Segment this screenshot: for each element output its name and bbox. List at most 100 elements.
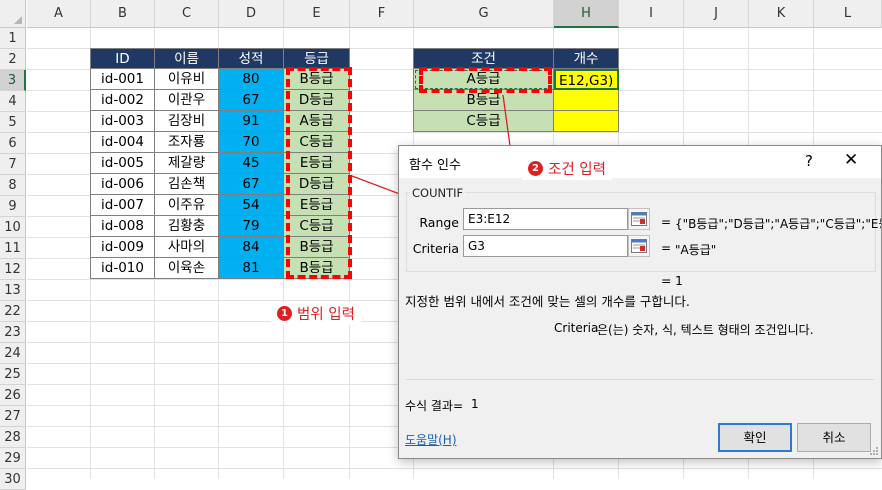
- name-cell[interactable]: 이관우: [155, 90, 219, 111]
- row-header-8[interactable]: 8: [0, 175, 26, 196]
- column-header-l[interactable]: L: [814, 0, 882, 28]
- row-header-29[interactable]: 29: [0, 448, 26, 469]
- row-header-27[interactable]: 27: [0, 406, 26, 427]
- name-cell[interactable]: 김손책: [155, 174, 219, 195]
- row-header-22[interactable]: 22: [0, 301, 26, 322]
- id-cell[interactable]: id-010: [90, 258, 155, 279]
- help-button[interactable]: ?: [805, 152, 813, 170]
- criteria-collapse-button[interactable]: [628, 235, 650, 257]
- cancel-button[interactable]: 취소: [797, 423, 871, 452]
- name-cell[interactable]: 제갈량: [155, 153, 219, 174]
- criteria-label: Criteria: [412, 241, 459, 256]
- range-equals: =: [661, 215, 672, 229]
- result-value: 1: [675, 273, 683, 288]
- name-cell[interactable]: 이주유: [155, 195, 219, 216]
- row-header-5[interactable]: 5: [0, 112, 26, 133]
- table-header-id[interactable]: ID: [90, 48, 155, 69]
- score-cell[interactable]: 70: [219, 132, 284, 153]
- row-header-7[interactable]: 7: [0, 154, 26, 175]
- score-cell[interactable]: 54: [219, 195, 284, 216]
- id-cell[interactable]: id-002: [90, 90, 155, 111]
- row-header-1[interactable]: 1: [0, 28, 26, 49]
- name-cell[interactable]: 이육손: [155, 258, 219, 279]
- table-header-name[interactable]: 이름: [155, 48, 219, 69]
- id-cell[interactable]: id-003: [90, 111, 155, 132]
- table-header-grade[interactable]: 등급: [284, 48, 350, 69]
- table-header-score[interactable]: 성적: [219, 48, 284, 69]
- row-header-6[interactable]: 6: [0, 133, 26, 154]
- row-header-2[interactable]: 2: [0, 49, 26, 70]
- id-cell[interactable]: id-006: [90, 174, 155, 195]
- row-header-11[interactable]: 11: [0, 238, 26, 259]
- range-annotation: 1 범위 입력: [271, 302, 361, 325]
- name-cell[interactable]: 사마의: [155, 237, 219, 258]
- id-cell[interactable]: id-004: [90, 132, 155, 153]
- argument-description: 은(는) 숫자, 식, 텍스트 형태의 조건입니다.: [597, 323, 814, 337]
- collapse-dialog-icon: [631, 239, 647, 253]
- range-collapse-button[interactable]: [628, 208, 650, 230]
- dialog-titlebar[interactable]: 함수 인수 ? ✕: [399, 146, 881, 178]
- column-header-a[interactable]: A: [27, 0, 91, 28]
- column-header-j[interactable]: J: [684, 0, 749, 28]
- id-cell[interactable]: id-005: [90, 153, 155, 174]
- id-cell[interactable]: id-007: [90, 195, 155, 216]
- row-header-12[interactable]: 12: [0, 259, 26, 280]
- score-cell[interactable]: 81: [219, 258, 284, 279]
- result-equals: =: [661, 273, 672, 288]
- score-cell[interactable]: 80: [219, 69, 284, 90]
- column-header-c[interactable]: C: [155, 0, 219, 28]
- score-cell[interactable]: 91: [219, 111, 284, 132]
- score-cell[interactable]: 84: [219, 237, 284, 258]
- criteria-evaluated: "A등급": [675, 243, 717, 257]
- row-header-28[interactable]: 28: [0, 427, 26, 448]
- criteria-input[interactable]: G3: [463, 235, 628, 257]
- summary-header-condition[interactable]: 조건: [413, 48, 554, 69]
- row-header-3[interactable]: 3: [0, 70, 26, 91]
- row-header-13[interactable]: 13: [0, 280, 26, 301]
- row-header-4[interactable]: 4: [0, 91, 26, 112]
- score-cell[interactable]: 79: [219, 216, 284, 237]
- condition-cell[interactable]: C등급: [413, 111, 554, 132]
- count-cell-active[interactable]: E12,G3): [554, 69, 619, 90]
- name-cell[interactable]: 김장비: [155, 111, 219, 132]
- column-header-d[interactable]: D: [219, 0, 284, 28]
- score-cell[interactable]: 45: [219, 153, 284, 174]
- condition-cell[interactable]: B등급: [413, 90, 554, 111]
- column-header-b[interactable]: B: [91, 0, 155, 28]
- range-input[interactable]: E3:E12: [463, 208, 628, 230]
- row-header-24[interactable]: 24: [0, 343, 26, 364]
- id-cell[interactable]: id-008: [90, 216, 155, 237]
- name-cell[interactable]: 조자룡: [155, 132, 219, 153]
- function-description: 지정한 범위 내에서 조건에 맞는 셀의 개수를 구합니다.: [405, 294, 690, 309]
- close-icon[interactable]: ✕: [844, 150, 858, 170]
- function-name: COUNTIF: [410, 186, 466, 200]
- row-header-10[interactable]: 10: [0, 217, 26, 238]
- help-link[interactable]: 도움말(H): [405, 431, 457, 448]
- range-evaluated: {"B등급";"D등급";"A등급";"C등급";"E등: [675, 217, 881, 231]
- column-header-f[interactable]: F: [350, 0, 414, 28]
- id-cell[interactable]: id-009: [90, 237, 155, 258]
- score-cell[interactable]: 67: [219, 174, 284, 195]
- select-all-corner[interactable]: [0, 0, 26, 28]
- column-header-i[interactable]: I: [619, 0, 684, 28]
- formula-result-value: 1: [471, 397, 479, 411]
- score-cell[interactable]: 67: [219, 90, 284, 111]
- count-cell[interactable]: [554, 111, 619, 132]
- range-annotation-text: 범위 입력: [297, 307, 355, 323]
- row-header-9[interactable]: 9: [0, 196, 26, 217]
- ok-button[interactable]: 확인: [718, 423, 792, 452]
- column-header-e[interactable]: E: [284, 0, 350, 28]
- resize-grip-icon[interactable]: [869, 446, 879, 456]
- name-cell[interactable]: 이유비: [155, 69, 219, 90]
- count-cell[interactable]: [554, 90, 619, 111]
- name-cell[interactable]: 김황충: [155, 216, 219, 237]
- column-header-h[interactable]: H: [554, 0, 619, 28]
- summary-header-count[interactable]: 개수: [554, 48, 619, 69]
- id-cell[interactable]: id-001: [90, 69, 155, 90]
- column-header-k[interactable]: K: [749, 0, 814, 28]
- column-header-g[interactable]: G: [414, 0, 554, 28]
- row-header-25[interactable]: 25: [0, 364, 26, 385]
- row-header-23[interactable]: 23: [0, 322, 26, 343]
- row-header-26[interactable]: 26: [0, 385, 26, 406]
- row-header-30[interactable]: 30: [0, 469, 26, 490]
